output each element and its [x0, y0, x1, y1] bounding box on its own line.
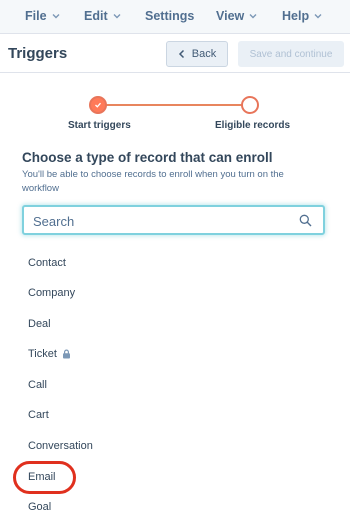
list-item-deal[interactable]: Deal: [28, 318, 51, 330]
chevron-down-icon: [313, 11, 323, 21]
chevron-down-icon: [112, 11, 122, 21]
list-item-contact[interactable]: Contact: [28, 257, 66, 269]
list-item-label: Company: [28, 287, 76, 299]
page-title: Triggers: [8, 45, 68, 62]
list-item-label: Conversation: [28, 440, 93, 452]
step-incomplete-indicator: [241, 96, 259, 114]
menu-view-label: View: [216, 9, 245, 23]
highlight-annotation-ring: [13, 461, 76, 494]
stepper-connector: [99, 104, 243, 106]
checkmark-icon: [94, 101, 102, 109]
list-item-conversation[interactable]: Conversation: [28, 440, 93, 452]
section-title: Choose a type of record that can enroll: [22, 150, 273, 165]
back-button[interactable]: Back: [166, 41, 228, 67]
menu-edit[interactable]: Edit: [84, 9, 122, 23]
menu-view[interactable]: View: [216, 9, 258, 23]
save-and-continue-button[interactable]: Save and continue: [238, 41, 344, 67]
list-item-label: Cart: [28, 409, 49, 421]
back-button-label: Back: [191, 48, 217, 60]
menu-settings-label: Settings: [145, 9, 195, 23]
chevron-down-icon: [248, 11, 258, 21]
list-item-goal[interactable]: Goal: [28, 501, 51, 513]
menu-edit-label: Edit: [84, 9, 108, 23]
search-icon[interactable]: [299, 214, 312, 227]
step-label-eligible-records: Eligible records: [215, 120, 291, 131]
step-complete-indicator: [89, 96, 107, 114]
menu-settings[interactable]: Settings: [145, 9, 194, 23]
menu-file[interactable]: File: [25, 9, 61, 23]
search-box[interactable]: [22, 205, 325, 235]
list-item-ticket[interactable]: Ticket: [28, 348, 71, 360]
menu-file-label: File: [25, 9, 47, 23]
lock-icon: [62, 349, 71, 359]
section-description: You'll be able to choose records to enro…: [22, 169, 284, 194]
list-item-label: Contact: [28, 257, 66, 269]
menu-help[interactable]: Help: [282, 9, 323, 23]
list-item-label: Goal: [28, 501, 52, 513]
list-item-label: Call: [28, 379, 47, 391]
list-item-cart[interactable]: Cart: [28, 409, 49, 421]
list-item-call[interactable]: Call: [28, 379, 47, 391]
list-item-company[interactable]: Company: [28, 287, 75, 299]
search-input[interactable]: [33, 212, 283, 230]
list-item-label: Ticket: [28, 348, 57, 360]
step-label-start-triggers: Start triggers: [68, 120, 131, 131]
list-item-label: Deal: [28, 318, 51, 330]
page-header: Triggers Back Save and continue: [0, 35, 350, 73]
menu-help-label: Help: [282, 9, 310, 23]
chevron-left-icon: [178, 49, 186, 59]
chevron-down-icon: [51, 11, 61, 21]
menu-bar: File Edit Settings View Help: [0, 0, 350, 34]
